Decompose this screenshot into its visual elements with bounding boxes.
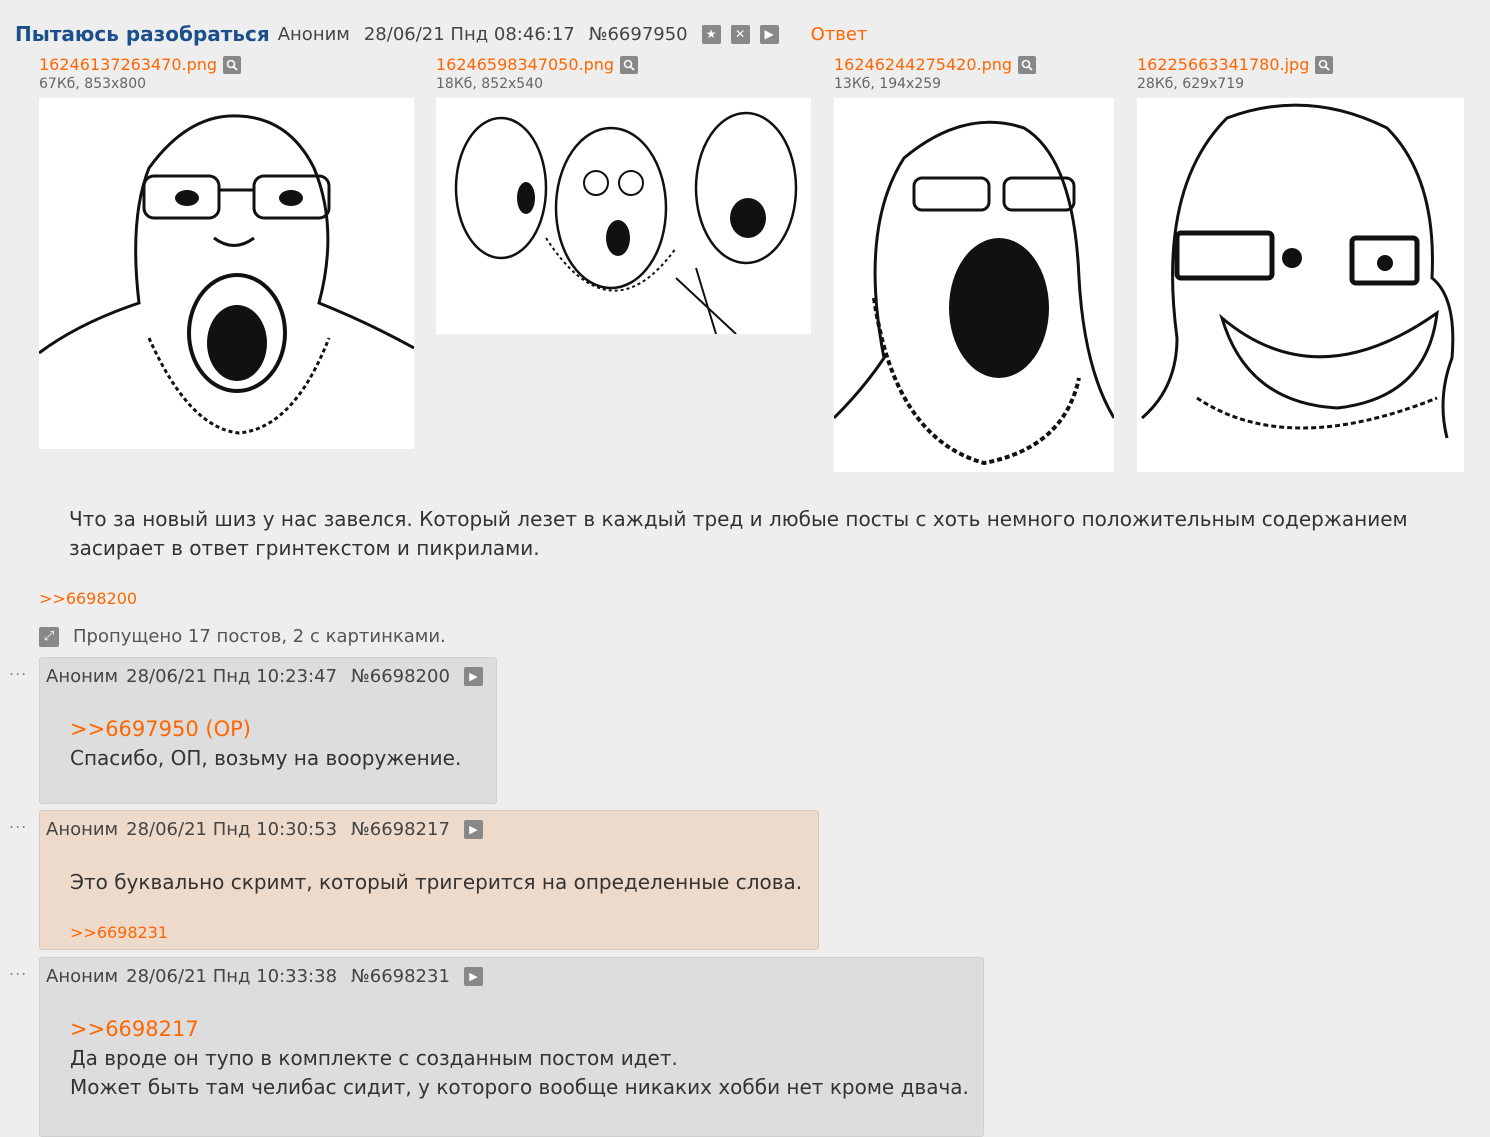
post-author: Аноним <box>46 666 119 687</box>
file-name-link[interactable]: 16246137263470.png <box>39 55 217 74</box>
reply-post: Аноним 28/06/21 Пнд 10:33:38 №6698231 ▶ … <box>39 957 984 1137</box>
post-text-line: Может быть там челибас сидит, у которого… <box>70 1075 969 1099</box>
reply-link[interactable]: Ответ <box>811 24 868 45</box>
file-info-2: 16246598347050.png 18Кб, 852x540 <box>436 55 639 92</box>
post-number[interactable]: №6698231 <box>351 966 450 987</box>
post-menu-dots[interactable]: ... <box>9 660 27 679</box>
play-menu-icon[interactable]: ▶ <box>463 667 483 686</box>
soyjak-drawing <box>834 120 1114 466</box>
favorite-star-icon[interactable]: ★ <box>701 24 721 44</box>
op-message: Что за новый шиз у нас завелся. Который … <box>69 507 1408 560</box>
search-image-icon[interactable] <box>620 55 639 74</box>
omitted-posts: ⤢ Пропущено 17 постов, 2 с картинками. <box>39 626 446 647</box>
smiling-wojak-drawing <box>1141 103 1455 439</box>
file-info-3: 16246244275420.png 13Кб, 194x259 <box>834 55 1037 92</box>
search-image-icon[interactable] <box>223 55 242 74</box>
file-meta: 18Кб, 852x540 <box>436 76 544 92</box>
post-datetime: 28/06/21 Пнд 10:23:47 <box>126 666 338 687</box>
post-author: Аноним <box>46 966 119 987</box>
file-name-link[interactable]: 16225663341780.jpg <box>1137 55 1309 74</box>
post-message: Это буквально скримт, который тригерится… <box>70 868 802 897</box>
post-text-line: Спасибо, ОП, возьму на вооружение. <box>70 746 462 770</box>
thread-title: Пытаюсь разобраться <box>15 22 270 46</box>
thumbnail-image[interactable] <box>436 98 811 334</box>
file-name-link[interactable]: 16246244275420.png <box>834 55 1012 74</box>
post-datetime: 28/06/21 Пнд 10:30:53 <box>126 819 338 840</box>
three-soyjaks-drawing <box>454 111 798 334</box>
thumbnail-image[interactable] <box>1137 98 1464 472</box>
search-image-icon[interactable] <box>1315 55 1334 74</box>
file-info-1: 16246137263470.png 67Кб, 853x800 <box>39 55 242 92</box>
play-menu-icon[interactable]: ▶ <box>463 820 483 839</box>
search-image-icon[interactable] <box>1018 55 1037 74</box>
play-menu-icon[interactable]: ▶ <box>759 24 779 44</box>
file-info-4: 16225663341780.jpg 28Кб, 629x719 <box>1137 55 1334 92</box>
reply-post-highlighted: Аноним 28/06/21 Пнд 10:30:53 №6698217 ▶ … <box>39 810 819 950</box>
post-header: Аноним 28/06/21 Пнд 10:30:53 №6698217 ▶ <box>46 819 483 840</box>
file-meta: 67Кб, 853x800 <box>39 76 147 92</box>
post-header: Аноним 28/06/21 Пнд 10:33:38 №6698231 ▶ <box>46 966 483 987</box>
hide-thread-icon[interactable]: ✕ <box>730 24 750 44</box>
file-meta: 13Кб, 194x259 <box>834 76 942 92</box>
reply-quote-link[interactable]: >>6698217 <box>70 1015 969 1044</box>
post-message: >>6697950 (OP) Спасибо, ОП, возьму на во… <box>70 715 461 773</box>
expand-icon[interactable]: ⤢ <box>39 626 59 647</box>
thumbnail-image[interactable] <box>834 98 1114 472</box>
op-backlink[interactable]: >>6698200 <box>39 589 137 608</box>
soyjak-drawing <box>39 114 414 435</box>
post-author: Аноним <box>46 819 119 840</box>
post-backlink[interactable]: >>6698231 <box>70 923 168 942</box>
reply-quote-link[interactable]: >>6697950 (OP) <box>70 715 461 744</box>
post-message: >>6698217 Да вроде он тупо в комплекте с… <box>70 1015 969 1102</box>
file-name-link[interactable]: 16246598347050.png <box>436 55 614 74</box>
reply-post: Аноним 28/06/21 Пнд 10:23:47 №6698200 ▶ … <box>39 657 497 804</box>
post-text-line: Да вроде он тупо в комплекте с созданным… <box>70 1046 678 1070</box>
file-meta: 28Кб, 629x719 <box>1137 76 1245 92</box>
post-datetime: 28/06/21 Пнд 10:33:38 <box>126 966 338 987</box>
op-author: Аноним <box>277 23 350 45</box>
post-menu-dots[interactable]: ... <box>9 960 27 979</box>
op-number[interactable]: №6697950 <box>589 24 688 45</box>
post-number[interactable]: №6698217 <box>351 819 450 840</box>
omitted-text: Пропущено 17 постов, 2 с картинками. <box>73 626 446 647</box>
thumbnail-image[interactable] <box>39 98 414 449</box>
post-text-line: Это буквально скримт, который тригерится… <box>70 870 803 894</box>
post-header: Аноним 28/06/21 Пнд 10:23:47 №6698200 ▶ <box>46 666 483 687</box>
op-datetime: 28/06/21 Пнд 08:46:17 <box>363 23 575 45</box>
op-header: Пытаюсь разобраться Аноним 28/06/21 Пнд … <box>15 20 867 48</box>
play-menu-icon[interactable]: ▶ <box>463 967 483 986</box>
post-menu-dots[interactable]: ... <box>9 813 27 832</box>
post-number[interactable]: №6698200 <box>351 666 450 687</box>
